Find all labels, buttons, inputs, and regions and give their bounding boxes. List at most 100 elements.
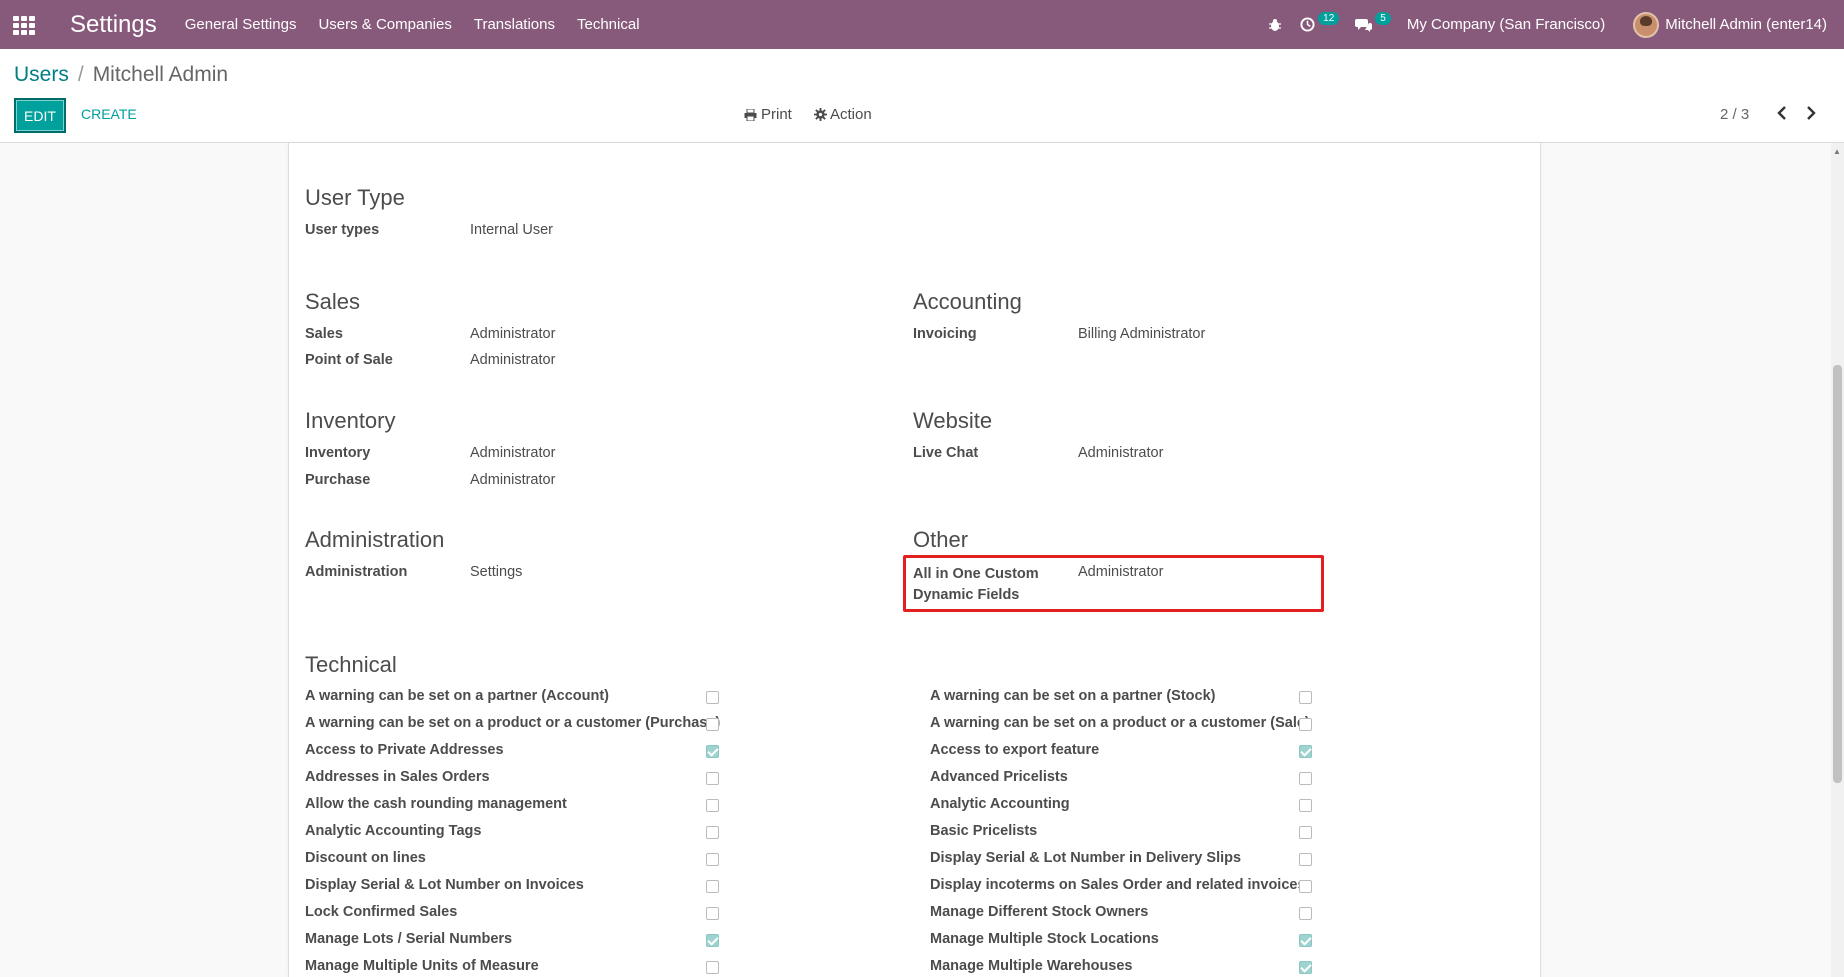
live-chat-label: Live Chat (913, 445, 979, 461)
point-of-sale-value[interactable]: Administrator (470, 352, 555, 368)
cut-off-field-row (305, 135, 665, 145)
technical-right-checkbox[interactable] (1299, 934, 1312, 947)
pager-previous-icon[interactable] (1776, 104, 1788, 125)
pager-next-icon[interactable] (1805, 104, 1817, 125)
technical-right-label: Manage Multiple Warehouses (930, 958, 1133, 974)
live-chat-value[interactable]: Administrator (1078, 445, 1163, 461)
menu-general-settings[interactable]: General Settings (185, 16, 297, 33)
technical-left-checkbox[interactable] (706, 799, 719, 812)
invoicing-label: Invoicing (913, 326, 977, 342)
technical-left-label: Discount on lines (305, 850, 426, 866)
action-button[interactable]: Action (814, 106, 872, 123)
accounting-section-title: Accounting (913, 289, 1022, 314)
technical-right-label: Access to export feature (930, 742, 1100, 758)
technical-left-label: Manage Multiple Units of Measure (305, 958, 539, 974)
technical-left-label: Analytic Accounting Tags (305, 823, 482, 839)
technical-right-label: Display Serial & Lot Number in Delivery … (930, 850, 1242, 866)
user-menu[interactable]: Mitchell Admin (enter14) (1633, 11, 1827, 38)
user-name: Mitchell Admin (enter14) (1665, 16, 1827, 33)
messages-chat-icon[interactable]: 5 (1355, 12, 1391, 32)
technical-right-checkbox[interactable] (1299, 961, 1312, 974)
technical-right-checkbox[interactable] (1299, 907, 1312, 920)
scrollbar-thumb[interactable] (1833, 365, 1842, 783)
technical-right-checkbox[interactable] (1299, 799, 1312, 812)
point-of-sale-label: Point of Sale (305, 352, 393, 368)
technical-left-checkbox[interactable] (706, 745, 719, 758)
inventory-section-title: Inventory (305, 408, 396, 433)
technical-left-checkbox[interactable] (706, 961, 719, 974)
other-section-title: Other (913, 527, 969, 552)
technical-right-label: Analytic Accounting (930, 796, 1070, 812)
administration-label: Administration (305, 564, 408, 580)
app-title[interactable]: Settings (70, 11, 157, 39)
purchase-label: Purchase (305, 472, 371, 488)
technical-left-checkbox[interactable] (706, 826, 719, 839)
menu-users-companies[interactable]: Users & Companies (318, 16, 451, 33)
inventory-value[interactable]: Administrator (470, 445, 555, 461)
breadcrumb-current: Mitchell Admin (92, 63, 229, 86)
activity-clock-icon[interactable]: 12 (1300, 12, 1340, 32)
technical-left-label: Manage Lots / Serial Numbers (305, 931, 513, 947)
technical-right-checkbox[interactable] (1299, 745, 1312, 758)
technical-left-checkbox[interactable] (706, 907, 719, 920)
administration-section-title: Administration (305, 527, 445, 552)
technical-right-label: Manage Different Stock Owners (930, 904, 1149, 920)
action-label: Action (830, 106, 872, 123)
website-section-title: Website (913, 408, 993, 433)
technical-right-checkbox[interactable] (1299, 718, 1312, 731)
debug-bug-icon[interactable] (1268, 18, 1282, 32)
sales-value[interactable]: Administrator (470, 326, 555, 342)
scroll-up-arrow-icon[interactable]: ▲ (1833, 147, 1841, 156)
page-scrollbar[interactable]: ▲ (1831, 143, 1844, 977)
apps-menu-icon[interactable] (13, 15, 37, 35)
gear-icon (814, 108, 827, 121)
menu-translations[interactable]: Translations (474, 16, 555, 33)
technical-right-label: Display incoterms on Sales Order and rel… (930, 877, 1306, 893)
technical-right-checkbox[interactable] (1299, 826, 1312, 839)
technical-right-checkbox[interactable] (1299, 880, 1312, 893)
technical-left-label: Allow the cash rounding management (305, 796, 567, 812)
user-types-label: User types (305, 222, 380, 238)
breadcrumb-users-link[interactable]: Users (14, 63, 69, 86)
edit-button[interactable]: EDIT (14, 98, 66, 133)
technical-left-checkbox[interactable] (706, 853, 719, 866)
user-avatar (1633, 11, 1660, 38)
purchase-value[interactable]: Administrator (470, 472, 555, 488)
inventory-label: Inventory (305, 445, 371, 461)
administration-value[interactable]: Settings (470, 564, 522, 580)
technical-right-label: A warning can be set on a product or a c… (930, 715, 1310, 731)
technical-right-checkbox[interactable] (1299, 691, 1312, 704)
top-menu: General Settings Users & Companies Trans… (185, 16, 662, 33)
control-panel: Users / Mitchell Admin EDIT CREATE Print A… (0, 49, 1844, 143)
highlight-annotation-box (903, 555, 1324, 612)
activity-count-badge: 12 (1318, 12, 1340, 25)
print-label: Print (761, 106, 792, 123)
invoicing-value[interactable]: Billing Administrator (1078, 326, 1205, 342)
technical-left-label: Display Serial & Lot Number on Invoices (305, 877, 584, 893)
top-navbar: Settings General Settings Users & Compan… (0, 0, 1844, 49)
technical-left-checkbox[interactable] (706, 718, 719, 731)
print-icon (744, 108, 757, 121)
technical-left-label: A warning can be set on a product or a c… (305, 715, 721, 731)
technical-section-title: Technical (305, 652, 397, 677)
technical-left-checkbox[interactable] (706, 880, 719, 893)
create-button[interactable]: CREATE (81, 106, 137, 122)
technical-left-checkbox[interactable] (706, 934, 719, 947)
technical-right-label: Manage Multiple Stock Locations (930, 931, 1159, 947)
breadcrumb-separator: / (77, 63, 84, 86)
user-type-title: User Type (305, 185, 405, 210)
technical-left-label: A warning can be set on a partner (Accou… (305, 688, 610, 704)
messages-count-badge: 5 (1375, 12, 1391, 25)
technical-right-checkbox[interactable] (1299, 772, 1312, 785)
print-button[interactable]: Print (744, 106, 792, 123)
technical-right-checkbox[interactable] (1299, 853, 1312, 866)
navbar-systray: 12 5 My Company (San Francisco) Mitchell… (1268, 0, 1844, 49)
company-switcher[interactable]: My Company (San Francisco) (1407, 16, 1605, 33)
technical-left-checkbox[interactable] (706, 691, 719, 704)
sales-section-title: Sales (305, 289, 361, 314)
technical-left-checkbox[interactable] (706, 772, 719, 785)
pager-value[interactable]: 2 / 3 (1720, 106, 1749, 123)
menu-technical[interactable]: Technical (577, 16, 640, 33)
user-types-value[interactable]: Internal User (470, 222, 553, 238)
technical-right-label: Basic Pricelists (930, 823, 1038, 839)
